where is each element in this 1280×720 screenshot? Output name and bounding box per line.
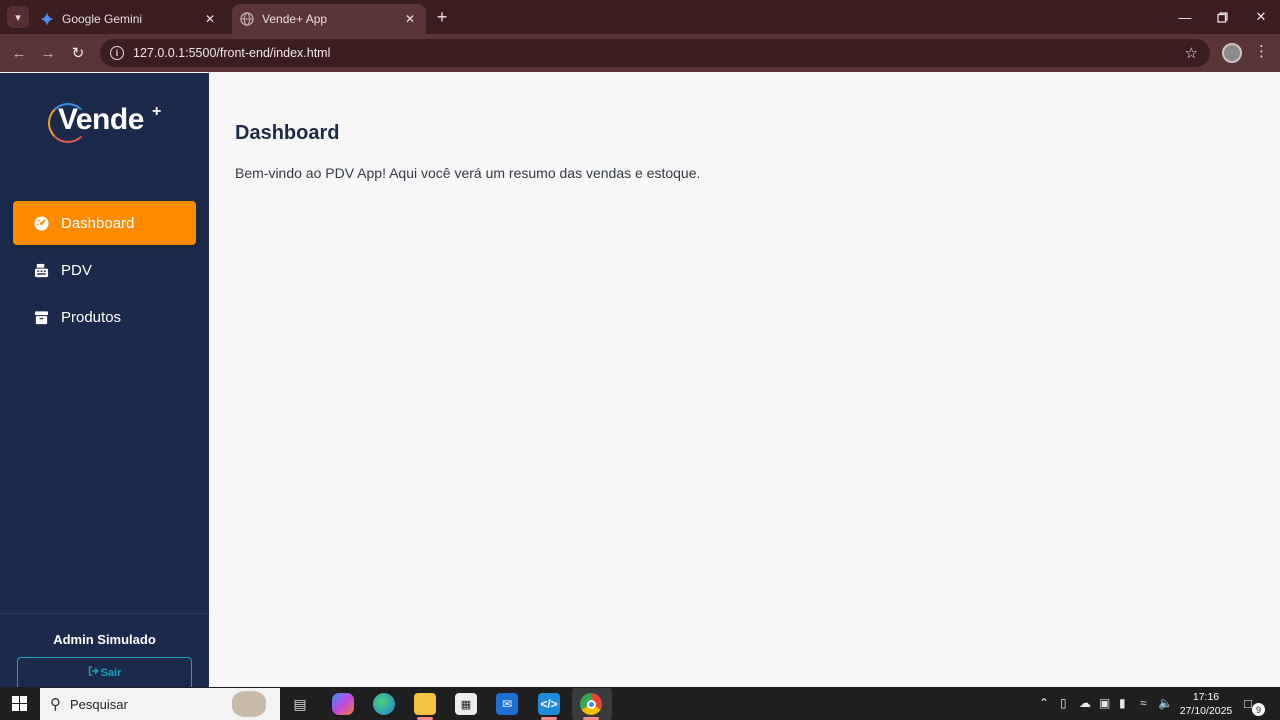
browser-toolbar: ← → ↻ i 127.0.0.1:5500/front-end/index.h… [0, 34, 1280, 72]
box-icon [33, 309, 49, 325]
microsoft-store-icon[interactable]: ▦ [455, 693, 477, 715]
tab-vende-app[interactable]: Vende+ App ✕ [232, 4, 426, 34]
close-tab-icon[interactable]: ✕ [202, 11, 218, 27]
dashboard-gauge-icon [33, 215, 49, 231]
meet-now-icon[interactable]: ▣ [1099, 696, 1110, 710]
close-window-icon[interactable]: ✕ [1249, 6, 1273, 28]
edge-browser-icon[interactable] [373, 693, 395, 715]
taskbar-clock[interactable]: 17:16 27/10/2025 [1178, 690, 1234, 718]
search-placeholder: Pesquisar [70, 696, 128, 712]
restore-icon[interactable] [1210, 6, 1234, 28]
device-icon[interactable]: ▯ [1060, 696, 1067, 710]
tab-title: Google Gemini [62, 12, 143, 26]
forward-arrow-icon[interactable]: → [37, 42, 59, 64]
page-title: Dashboard [235, 122, 340, 144]
browser-tab-bar: ▾ Google Gemini ✕ Vende+ App ✕ + — ✕ [0, 0, 1280, 34]
outlook-mail-icon[interactable]: ✉ [496, 693, 518, 715]
copilot-icon[interactable] [332, 693, 354, 715]
globe-icon [240, 12, 254, 26]
search-highlight-image [232, 691, 266, 717]
profile-avatar[interactable] [1222, 43, 1242, 63]
notification-count-badge: 9 [1252, 703, 1265, 716]
gemini-sparkle-icon [40, 12, 54, 26]
sidebar-item-label: PDV [61, 261, 92, 279]
sidebar-item-label: Produtos [61, 308, 122, 326]
clock-time: 17:16 [1192, 691, 1220, 703]
minimize-icon[interactable]: — [1173, 6, 1197, 28]
cash-register-icon [33, 262, 49, 278]
logo-plus: + [152, 103, 162, 120]
tab-google-gemini[interactable]: Google Gemini ✕ [32, 4, 226, 34]
windows-start-icon[interactable] [12, 696, 27, 711]
sidebar-divider [0, 613, 209, 614]
windows-taskbar: ⚲ Pesquisar ▤ ▦ ✉ </> ⌃ ▯ ☁ ▣ ▮ ≈ 🔈 17:1… [0, 687, 1280, 720]
browser-menu-icon[interactable]: ⋮ [1254, 42, 1269, 60]
logout-label: Sair [100, 666, 122, 679]
main-content: Dashboard Bem-vindo ao PDV App! Aqui voc… [209, 73, 1280, 687]
user-name: Admin Simulado [53, 632, 156, 647]
clock-date: 27/10/2025 [1179, 705, 1233, 717]
vscode-icon[interactable]: </> [538, 693, 560, 715]
address-bar[interactable]: i 127.0.0.1:5500/front-end/index.html ☆ [100, 39, 1210, 67]
welcome-text: Bem-vindo ao PDV App! Aqui você verá um … [235, 165, 701, 181]
notification-center-icon[interactable]: □ [1244, 696, 1252, 711]
logout-button[interactable]: Sair [17, 657, 192, 687]
close-tab-icon[interactable]: ✕ [402, 11, 418, 27]
bookmark-star-icon[interactable]: ☆ [1185, 44, 1198, 62]
show-hidden-icons-chevron-icon[interactable]: ⌃ [1039, 696, 1049, 710]
wifi-icon[interactable]: ≈ [1140, 696, 1147, 710]
tab-search-dropdown-icon[interactable]: ▾ [7, 6, 29, 28]
onedrive-cloud-icon[interactable]: ☁ [1079, 696, 1091, 710]
tab-title: Vende+ App [262, 12, 328, 26]
search-icon: ⚲ [50, 696, 61, 713]
sidebar-item-pdv[interactable]: PDV [13, 248, 196, 292]
site-info-icon[interactable]: i [110, 46, 124, 60]
battery-icon[interactable]: ▮ [1119, 696, 1126, 710]
back-arrow-icon[interactable]: ← [8, 42, 30, 64]
task-view-icon[interactable]: ▤ [289, 693, 311, 715]
url-text[interactable]: 127.0.0.1:5500/front-end/index.html [133, 46, 1185, 60]
reload-icon[interactable]: ↻ [67, 42, 89, 64]
logo-text: Vende [58, 103, 144, 136]
file-explorer-icon[interactable] [414, 693, 436, 715]
sidebar-item-produtos[interactable]: Produtos [13, 295, 196, 339]
new-tab-plus-icon[interactable]: + [432, 7, 452, 27]
sidebar-item-label: Dashboard [61, 214, 135, 232]
sidebar-item-dashboard[interactable]: Dashboard [13, 201, 196, 245]
volume-muted-icon[interactable]: 🔈 [1158, 696, 1173, 710]
taskbar-search[interactable]: ⚲ Pesquisar [40, 688, 280, 720]
sign-out-icon [88, 666, 99, 679]
sidebar: Vende + Dashboard PDV Produtos Admin Sim… [0, 73, 209, 687]
chrome-icon[interactable] [580, 693, 602, 715]
vende-logo: Vende + [48, 101, 168, 147]
